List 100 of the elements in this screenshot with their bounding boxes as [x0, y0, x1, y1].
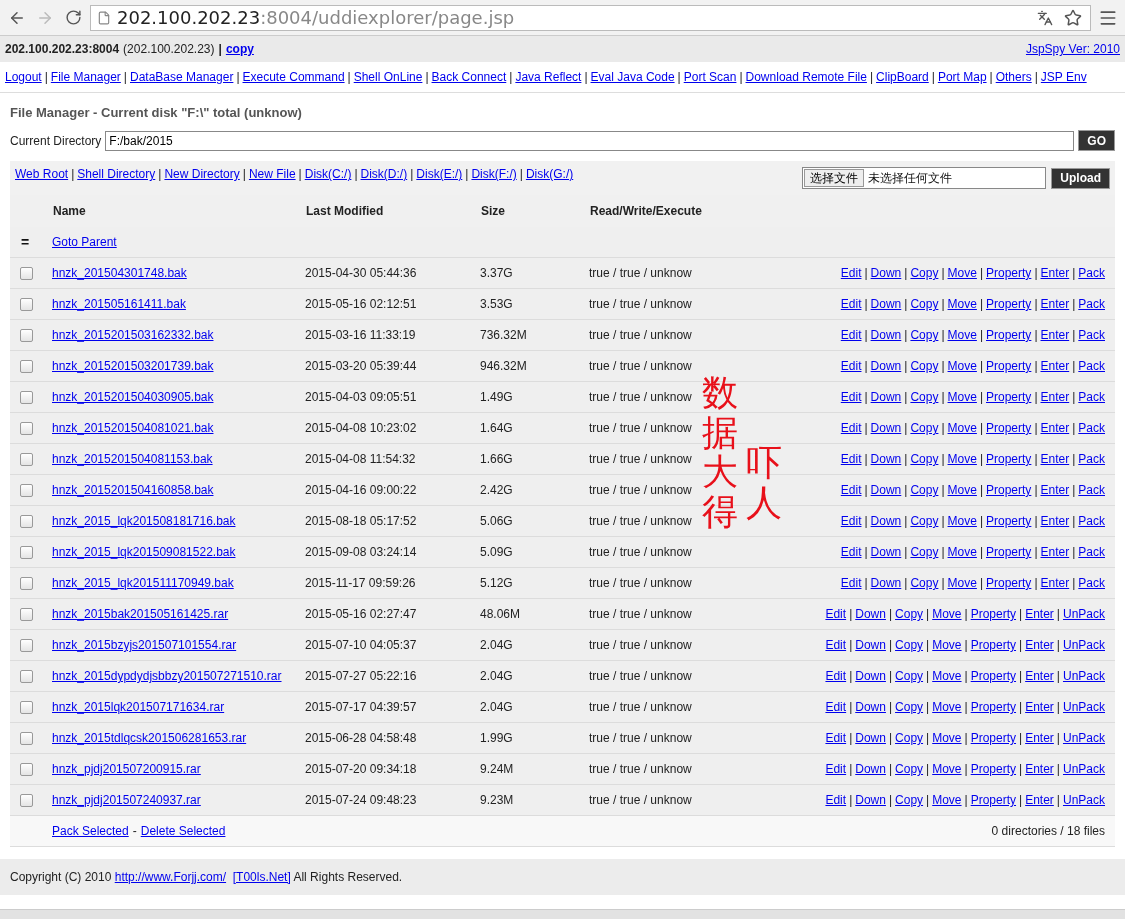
action-link[interactable]: Property	[986, 514, 1032, 528]
action-link[interactable]: Move	[947, 390, 977, 404]
action-link[interactable]: Down	[855, 762, 886, 776]
action-link[interactable]: Property	[986, 421, 1032, 435]
row-checkbox[interactable]	[20, 515, 33, 529]
toolbar-link[interactable]: Disk(C:/)	[304, 167, 352, 181]
action-link[interactable]: Enter	[1040, 421, 1070, 435]
action-link[interactable]: Pack	[1078, 576, 1105, 590]
file-link[interactable]: hnzk_2015201504081021.bak	[52, 421, 214, 435]
nav-link[interactable]: Port Scan	[683, 70, 737, 84]
action-link[interactable]: Move	[947, 452, 977, 466]
action-link[interactable]: Property	[970, 700, 1017, 714]
nav-link[interactable]: Back Connect	[431, 70, 507, 84]
file-input[interactable]: 选择文件 未选择任何文件	[802, 167, 1047, 189]
row-checkbox[interactable]	[20, 608, 33, 622]
nav-link[interactable]: DataBase Manager	[130, 70, 234, 84]
action-link[interactable]: Edit	[840, 266, 862, 280]
action-link[interactable]: Copy	[895, 731, 924, 745]
action-link[interactable]: UnPack	[1062, 700, 1105, 714]
action-link[interactable]: Move	[932, 731, 962, 745]
action-link[interactable]: Copy	[910, 266, 939, 280]
action-link[interactable]: Move	[947, 297, 977, 311]
action-link[interactable]: Property	[986, 297, 1032, 311]
action-link[interactable]: Enter	[1025, 793, 1054, 807]
action-link[interactable]: Property	[986, 576, 1032, 590]
row-checkbox[interactable]	[20, 670, 33, 684]
row-checkbox[interactable]	[20, 391, 33, 405]
action-link[interactable]: Property	[970, 607, 1017, 621]
copy-link[interactable]: copy	[225, 42, 254, 56]
action-link[interactable]: Down	[870, 390, 902, 404]
nav-link[interactable]: Java Reflect	[515, 70, 582, 84]
file-link[interactable]: hnzk_201504301748.bak	[52, 266, 187, 280]
action-link[interactable]: UnPack	[1062, 731, 1105, 745]
action-link[interactable]: Move	[947, 514, 977, 528]
action-link[interactable]: Property	[970, 638, 1017, 652]
file-link[interactable]: hnzk_2015lqk201507171634.rar	[52, 700, 225, 714]
nav-link[interactable]: Execute Command	[242, 70, 345, 84]
action-link[interactable]: Copy	[895, 607, 924, 621]
file-link[interactable]: hnzk_2015_lqk201508181716.bak	[52, 514, 236, 528]
action-link[interactable]: Enter	[1040, 452, 1070, 466]
nav-link[interactable]: ClipBoard	[876, 70, 929, 84]
action-link[interactable]: Copy	[910, 514, 939, 528]
action-link[interactable]: Move	[947, 545, 977, 559]
row-checkbox[interactable]	[20, 484, 33, 498]
site-link[interactable]: http://www.Forjj.com/	[114, 870, 227, 884]
file-link[interactable]: hnzk_2015bak201505161425.rar	[52, 607, 229, 621]
action-link[interactable]: Property	[986, 359, 1032, 373]
action-link[interactable]: Move	[932, 607, 962, 621]
action-link[interactable]: Property	[970, 793, 1017, 807]
file-link[interactable]: hnzk_2015tdlqcsk201506281653.rar	[52, 731, 247, 745]
action-link[interactable]: Down	[870, 576, 902, 590]
action-link[interactable]: Copy	[910, 390, 939, 404]
action-link[interactable]: Enter	[1040, 390, 1070, 404]
action-link[interactable]: Down	[870, 514, 902, 528]
file-link[interactable]: hnzk_2015201504030905.bak	[52, 390, 214, 404]
goto-parent-link[interactable]: Goto Parent	[52, 235, 117, 249]
action-link[interactable]: Pack	[1078, 421, 1105, 435]
action-link[interactable]: Move	[947, 328, 977, 342]
row-checkbox[interactable]	[20, 267, 33, 281]
row-checkbox[interactable]	[20, 422, 33, 436]
action-link[interactable]: Enter	[1040, 545, 1070, 559]
action-link[interactable]: Down	[855, 731, 886, 745]
action-link[interactable]: UnPack	[1062, 607, 1105, 621]
nav-link[interactable]: File Manager	[50, 70, 121, 84]
action-link[interactable]: Down	[870, 359, 902, 373]
action-link[interactable]: Pack	[1078, 514, 1105, 528]
row-checkbox[interactable]	[20, 732, 33, 746]
action-link[interactable]: Edit	[825, 700, 847, 714]
toolbar-link[interactable]: Disk(E:/)	[416, 167, 463, 181]
action-link[interactable]: Edit	[840, 359, 862, 373]
file-link[interactable]: hnzk_2015bzyjs201507101554.rar	[52, 638, 237, 652]
nav-link[interactable]: Logout	[5, 70, 42, 84]
action-link[interactable]: Enter	[1025, 700, 1054, 714]
action-link[interactable]: Edit	[840, 297, 862, 311]
action-link[interactable]: Pack	[1078, 266, 1105, 280]
action-link[interactable]: Edit	[840, 514, 862, 528]
file-link[interactable]: hnzk_2015_lqk201509081522.bak	[52, 545, 236, 559]
action-link[interactable]: Enter	[1025, 762, 1054, 776]
action-link[interactable]: Down	[855, 638, 886, 652]
action-link[interactable]: Edit	[840, 421, 862, 435]
delete-selected-link[interactable]: Delete Selected	[140, 824, 226, 838]
action-link[interactable]: UnPack	[1062, 638, 1105, 652]
action-link[interactable]: Move	[947, 576, 977, 590]
action-link[interactable]: Copy	[910, 328, 939, 342]
action-link[interactable]: Copy	[910, 297, 939, 311]
action-link[interactable]: Edit	[825, 793, 847, 807]
action-link[interactable]: Move	[947, 359, 977, 373]
file-link[interactable]: hnzk_201505161411.bak	[52, 297, 186, 311]
action-link[interactable]: Down	[855, 669, 886, 683]
action-link[interactable]: Move	[932, 638, 962, 652]
action-link[interactable]: Property	[970, 731, 1017, 745]
nav-link[interactable]: Eval Java Code	[590, 70, 675, 84]
toolbar-link[interactable]: Shell Directory	[77, 167, 156, 181]
action-link[interactable]: Pack	[1078, 297, 1105, 311]
action-link[interactable]: Edit	[840, 390, 862, 404]
action-link[interactable]: Move	[932, 762, 962, 776]
file-link[interactable]: hnzk_pjdj201507200915.rar	[52, 762, 201, 776]
action-link[interactable]: Move	[947, 421, 977, 435]
action-link[interactable]: Down	[870, 328, 902, 342]
action-link[interactable]: Copy	[910, 576, 939, 590]
